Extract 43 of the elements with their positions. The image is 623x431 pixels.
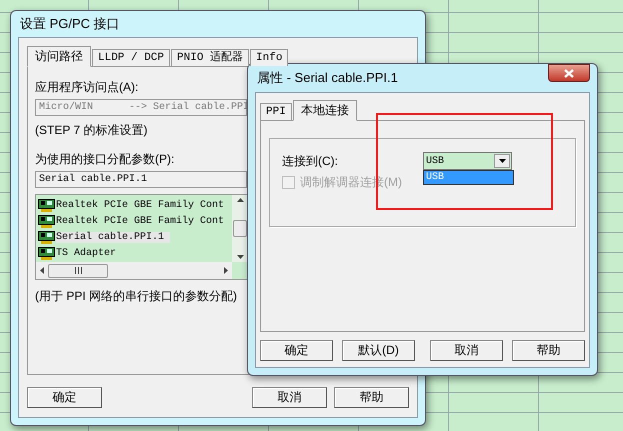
window-title: 设置 PG/PC 接口	[20, 15, 120, 33]
tab[interactable]: PNIO 适配器	[171, 49, 250, 66]
dialog-button[interactable]: 帮助	[334, 387, 409, 408]
description-text: (用于 PPI 网络的串行接口的参数分配)	[35, 288, 238, 305]
interface-list[interactable]: Realtek PCIe GBE Family Cont Realtek PCIe GBE Family Cont Serial cable.PPI.1 TS Adapter	[35, 194, 249, 280]
list-item[interactable]: Realtek PCIe GBE Family Cont	[56, 200, 230, 211]
caret-icon	[498, 159, 506, 163]
dropdown-button[interactable]	[494, 154, 510, 168]
tab[interactable]: PPI	[260, 103, 292, 120]
dialog-button[interactable]: 确定	[260, 340, 333, 361]
dialog-button[interactable]: 取消	[252, 387, 327, 408]
tab[interactable]: LLDP / DCP	[92, 49, 170, 66]
dialog-title: 属性 - Serial cable.PPI.1	[257, 69, 398, 87]
dialog-button[interactable]: 帮助	[512, 340, 585, 361]
network-card-icon	[38, 231, 55, 244]
horizontal-scrollbar[interactable]	[36, 262, 232, 279]
list-item[interactable]: TS Adapter	[56, 248, 122, 260]
dialog-button[interactable]: 默认(D)	[342, 340, 415, 361]
vertical-scrollbar[interactable]	[232, 195, 248, 262]
grip-icon	[74, 267, 82, 274]
scroll-up-icon[interactable]	[236, 198, 244, 202]
tab[interactable]: 访问路径	[27, 46, 91, 67]
field-label: 连接到(C):	[282, 152, 338, 170]
field-label: 为使用的接口分配参数(P):	[35, 151, 174, 168]
field-label: 应用程序访问点(A):	[35, 79, 138, 96]
tab[interactable]: 本地连接	[292, 100, 357, 121]
network-card-icon	[38, 198, 55, 212]
scroll-thumb[interactable]	[233, 220, 247, 237]
note-text: (STEP 7 的标准设置)	[35, 122, 148, 139]
scroll-right-icon[interactable]	[224, 267, 228, 274]
close-icon	[564, 68, 574, 78]
parameter-field[interactable]: Serial cable.PPI.1	[35, 171, 247, 188]
dialog-button[interactable]: 确定	[27, 387, 102, 408]
network-card-icon	[38, 247, 55, 260]
network-card-icon	[38, 214, 55, 228]
close-button[interactable]	[548, 64, 590, 82]
tab[interactable]: Info	[250, 49, 288, 66]
scroll-down-icon[interactable]	[236, 255, 244, 259]
dialog-button[interactable]: 取消	[430, 340, 503, 361]
scroll-left-icon[interactable]	[40, 267, 44, 274]
list-item[interactable]: Serial cable.PPI.1	[56, 232, 170, 244]
scroll-thumb[interactable]	[48, 264, 108, 278]
list-item[interactable]: Realtek PCIe GBE Family Cont	[56, 216, 230, 227]
